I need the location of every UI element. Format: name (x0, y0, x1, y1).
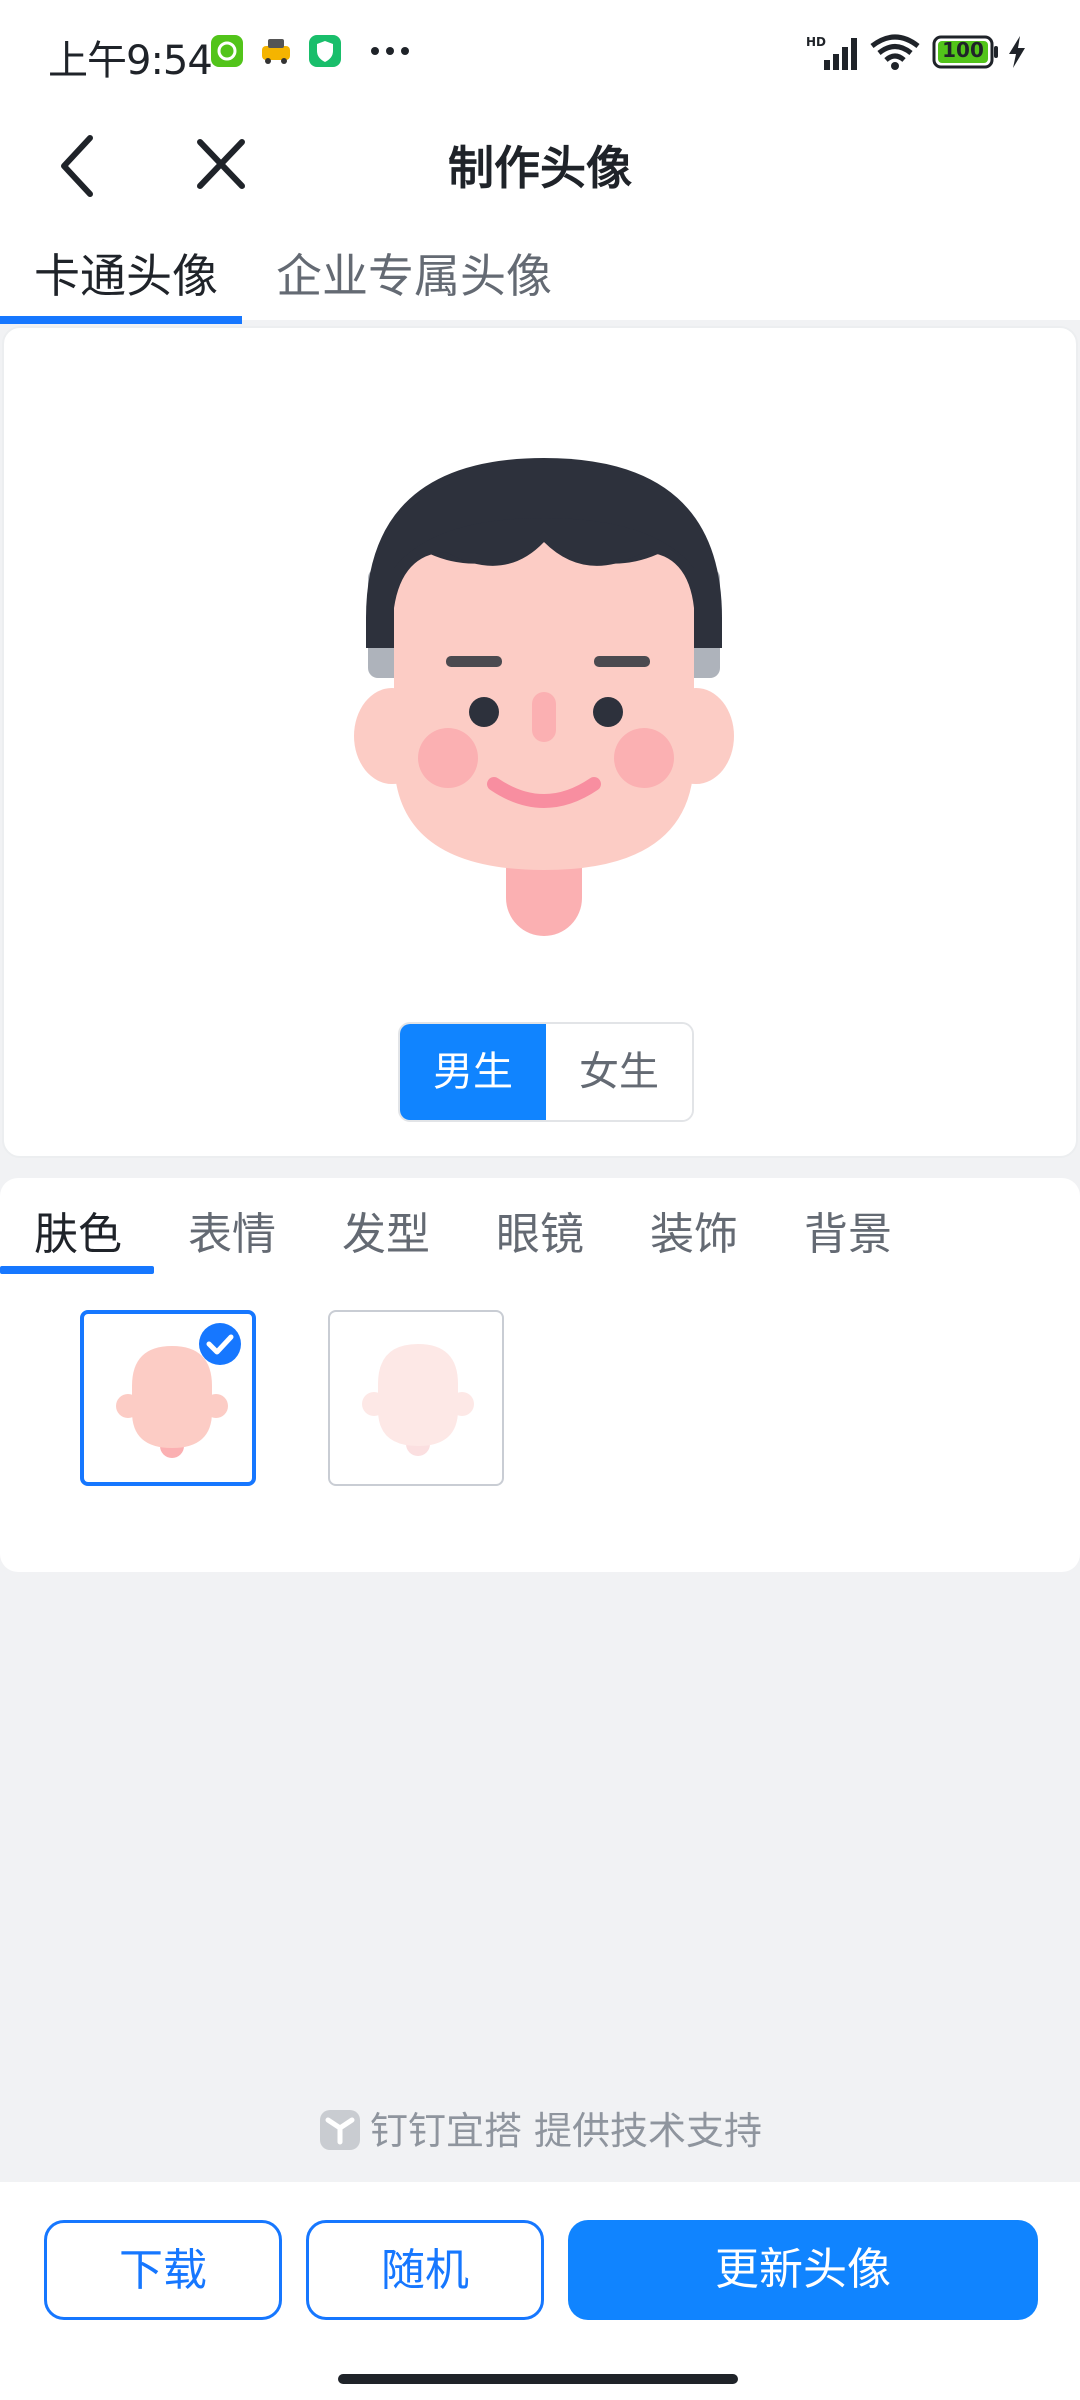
hd-signal-icon: HD (806, 35, 857, 70)
tab-skin-color[interactable]: 肤色 (34, 1200, 122, 1270)
page-title: 制作头像 (448, 141, 632, 195)
download-button[interactable]: 下载 (44, 2220, 282, 2320)
powered-by-credit: 钉钉宜搭 提供技术支持 (0, 2100, 1080, 2155)
options-panel: 肤色 表情 发型 眼镜 装饰 背景 (0, 1178, 1080, 1572)
more-dots-icon (371, 47, 409, 55)
skin-swatch-2[interactable] (328, 1310, 504, 1486)
tab-indicator (0, 316, 242, 324)
yida-logo-icon (319, 2110, 360, 2150)
avatar-preview (354, 458, 734, 936)
gender-female-button[interactable]: 女生 (546, 1024, 692, 1120)
top-tabs: 卡通头像 企业专属头像 (0, 246, 1080, 320)
tab-cartoon-avatar[interactable]: 卡通头像 (34, 246, 218, 320)
app-badge-icon (211, 35, 243, 67)
bottom-action-bar: 下载 随机 更新头像 (0, 2182, 1080, 2400)
nav-bar: 制作头像 卡通头像 企业专属头像 (0, 108, 1080, 324)
gender-toggle: 男生 女生 (398, 1022, 694, 1122)
tab-glasses[interactable]: 眼镜 (496, 1200, 584, 1270)
credit-text: 钉钉宜搭 提供技术支持 (369, 2109, 763, 2153)
status-bar: 上午9:54 HD 100 (0, 0, 1080, 108)
tab-background[interactable]: 背景 (804, 1200, 892, 1270)
avatar-preview-card: 男生 女生 (2, 326, 1078, 1158)
tab-enterprise-avatar[interactable]: 企业专属头像 (276, 246, 552, 320)
shield-app-icon (309, 35, 341, 67)
skin-swatch-1[interactable] (80, 1310, 256, 1486)
status-time: 上午9:54 (48, 38, 213, 84)
tab-expression[interactable]: 表情 (188, 1200, 276, 1270)
wifi-icon (870, 34, 920, 70)
tab-decoration[interactable]: 装饰 (650, 1200, 738, 1270)
check-icon (199, 1323, 241, 1365)
random-button[interactable]: 随机 (306, 2220, 544, 2320)
taxi-icon (262, 39, 290, 64)
gender-male-button[interactable]: 男生 (400, 1024, 546, 1120)
battery-level: 100 (942, 38, 984, 62)
svg-text:HD: HD (806, 35, 826, 49)
update-avatar-button[interactable]: 更新头像 (568, 2220, 1038, 2320)
home-indicator (338, 2374, 738, 2384)
tab-hairstyle[interactable]: 发型 (342, 1200, 430, 1270)
charging-icon (1009, 36, 1025, 68)
face-silhouette-icon (362, 1344, 474, 1456)
option-tab-indicator (0, 1266, 154, 1274)
